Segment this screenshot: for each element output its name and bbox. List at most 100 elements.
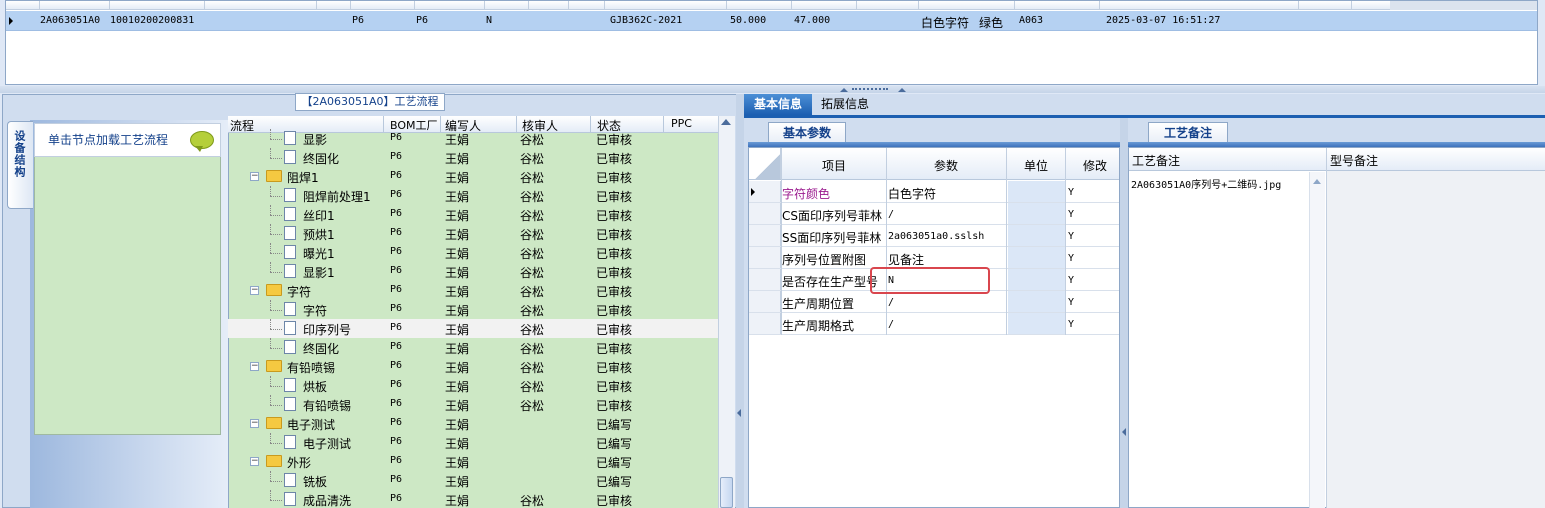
process-remark-value[interactable]: 2A063051A0序列号+二维码.jpg <box>1131 176 1281 191</box>
param-value[interactable]: 白色字符 <box>888 185 936 202</box>
node-reviewer: 谷松 <box>520 380 545 394</box>
tree-folder-row[interactable]: − 外形 P6 王娟 已编写 <box>228 452 718 471</box>
row-header[interactable] <box>749 225 781 246</box>
node-reviewer: 谷松 <box>520 285 545 299</box>
node-reviewer: 谷松 <box>520 228 545 242</box>
param-row[interactable]: 生产周期位置 / Y <box>749 291 1119 313</box>
select-all-corner[interactable] <box>749 148 781 179</box>
tree-folder-row[interactable]: − 阻焊1 P6 王娟 谷松 已审核 <box>228 167 718 186</box>
param-unit-cell[interactable] <box>1008 247 1066 268</box>
param-unit-cell[interactable] <box>1008 313 1066 334</box>
table-row-selected[interactable]: 2A063051A0 10010200200831 P6 P6 N GJB362… <box>6 11 1537 31</box>
collapse-icon[interactable]: − <box>250 457 259 466</box>
collapse-icon[interactable]: − <box>250 362 259 371</box>
param-unit-cell[interactable] <box>1008 269 1066 290</box>
tree-node-row[interactable]: 印序列号 P6 王娟 谷松 已审核 <box>228 319 718 338</box>
tree-node-row[interactable]: 烘板 P6 王娟 谷松 已审核 <box>228 376 718 395</box>
param-value[interactable]: 2a063051a0.sslsh <box>888 231 984 242</box>
param-item: 序列号位置附图 <box>782 253 867 267</box>
tree-node-row[interactable]: 曝光1 P6 王娟 谷松 已审核 <box>228 243 718 262</box>
tree-node-row[interactable]: 预烘1 P6 王娟 谷松 已审核 <box>228 224 718 243</box>
tree-node-row[interactable]: 终固化 P6 王娟 谷松 已审核 <box>228 148 718 167</box>
tree-node-row[interactable]: 终固化 P6 王娟 谷松 已审核 <box>228 338 718 357</box>
param-value[interactable]: / <box>888 319 894 330</box>
folder-icon <box>266 455 282 467</box>
param-row[interactable]: SS面印序列号菲林 2a063051a0.sslsh Y <box>749 225 1119 247</box>
param-modify: Y <box>1068 297 1075 308</box>
row-header[interactable] <box>749 269 781 290</box>
param-modify: Y <box>1068 319 1075 330</box>
horizontal-splitter[interactable] <box>0 86 1545 93</box>
tab-basic-info[interactable]: 基本信息 <box>744 94 812 115</box>
node-bom: P6 <box>390 493 403 504</box>
cell-char-color: 白色字符 <box>921 16 970 30</box>
node-bom: P6 <box>390 436 403 447</box>
top-grid-header-filler <box>1390 1 1537 10</box>
row-header[interactable] <box>749 247 781 268</box>
param-value[interactable]: / <box>888 209 894 220</box>
node-reviewer: 谷松 <box>520 247 545 261</box>
collapse-icon[interactable]: − <box>250 419 259 428</box>
param-modify: Y <box>1068 275 1075 286</box>
collapse-icon[interactable]: − <box>250 172 259 181</box>
node-writer: 王娟 <box>445 380 470 394</box>
document-icon <box>284 226 296 240</box>
param-unit-cell[interactable] <box>1008 225 1066 246</box>
column-header-process-remark[interactable]: 工艺备注 <box>1132 152 1180 169</box>
tree-scroll-thumb[interactable] <box>720 477 733 508</box>
collapse-icon[interactable]: − <box>250 286 259 295</box>
scroll-up-icon[interactable] <box>1313 179 1321 184</box>
vertical-splitter[interactable] <box>736 94 744 508</box>
vertical-splitter-right[interactable] <box>1120 118 1128 508</box>
node-writer: 王娟 <box>445 228 470 242</box>
model-remark-area[interactable] <box>1327 171 1545 508</box>
param-value[interactable]: 见备注 <box>888 251 924 268</box>
tree-node-row[interactable]: 成品清洗 P6 王娟 谷松 已审核 <box>228 490 718 508</box>
param-row[interactable]: 生产周期格式 / Y <box>749 313 1119 335</box>
tree-vertical-scrollbar[interactable] <box>718 116 735 508</box>
tree-node-row[interactable]: 有铅喷锡 P6 王娟 谷松 已审核 <box>228 395 718 414</box>
tree-node-row[interactable]: 阻焊前处理1 P6 王娟 谷松 已审核 <box>228 186 718 205</box>
node-bom: P6 <box>390 208 403 219</box>
tree-folder-row[interactable]: − 有铅喷锡 P6 王娟 谷松 已审核 <box>228 357 718 376</box>
hint-panel <box>34 123 221 435</box>
node-status: 已审核 <box>596 380 633 394</box>
tree-node-row[interactable]: 铣板 P6 王娟 已编写 <box>228 471 718 490</box>
param-unit-cell[interactable] <box>1008 291 1066 312</box>
row-header[interactable] <box>749 291 781 312</box>
column-header-modify[interactable]: 修改 <box>1083 157 1107 174</box>
node-bom: P6 <box>390 379 403 390</box>
remarks-tab[interactable]: 工艺备注 <box>1148 122 1228 143</box>
param-row[interactable]: 序列号位置附图 见备注 Y <box>749 247 1119 269</box>
column-header-unit[interactable]: 单位 <box>1024 157 1048 174</box>
row-header[interactable] <box>749 203 781 224</box>
document-icon <box>284 245 296 259</box>
document-icon <box>284 131 296 145</box>
row-header[interactable] <box>749 181 781 202</box>
param-item: 生产周期格式 <box>782 319 855 333</box>
node-name: 电子测试 <box>287 418 336 432</box>
node-writer: 王娟 <box>445 456 470 470</box>
column-header-item[interactable]: 项目 <box>822 157 846 174</box>
row-header[interactable] <box>749 313 781 334</box>
basic-params-tab[interactable]: 基本参数 <box>768 122 846 143</box>
node-name: 显影 <box>303 133 328 147</box>
param-unit-cell[interactable] <box>1008 203 1066 224</box>
param-row[interactable]: 字符颜色 白色字符 Y <box>749 181 1119 203</box>
scroll-up-icon[interactable] <box>721 119 731 125</box>
param-unit-cell[interactable] <box>1008 181 1066 202</box>
tree-node-row[interactable]: 显影 P6 王娟 谷松 已审核 <box>228 129 718 148</box>
column-header-model-remark[interactable]: 型号备注 <box>1330 152 1378 169</box>
param-row[interactable]: CS面印序列号菲林 / Y <box>749 203 1119 225</box>
tree-node-row[interactable]: 电子测试 P6 王娟 已编写 <box>228 433 718 452</box>
param-value[interactable]: / <box>888 297 894 308</box>
tree-node-row[interactable]: 字符 P6 王娟 谷松 已审核 <box>228 300 718 319</box>
tree-folder-row[interactable]: − 字符 P6 王娟 谷松 已审核 <box>228 281 718 300</box>
tree-folder-row[interactable]: − 电子测试 P6 王娟 已编写 <box>228 414 718 433</box>
tab-extended-info[interactable]: 拓展信息 <box>812 94 878 115</box>
node-reviewer: 谷松 <box>520 209 545 223</box>
column-header-param[interactable]: 参数 <box>934 157 958 174</box>
tree-node-row[interactable]: 丝印1 P6 王娟 谷松 已审核 <box>228 205 718 224</box>
tree-node-row[interactable]: 显影1 P6 王娟 谷松 已审核 <box>228 262 718 281</box>
remarks-scrollbar[interactable] <box>1309 172 1325 508</box>
